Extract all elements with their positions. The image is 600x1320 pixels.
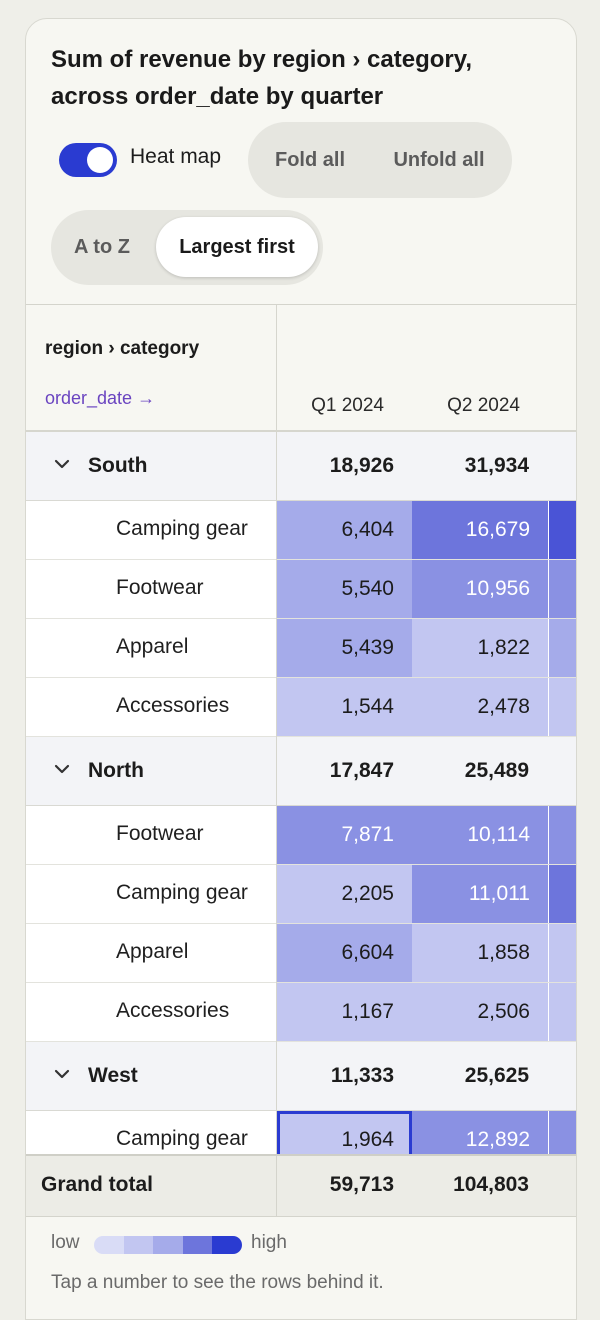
group-row[interactable]: West 11,333 25,625 [26, 1042, 576, 1111]
heat-cell[interactable]: 10,114 [412, 806, 548, 864]
row-label: Apparel [116, 940, 189, 963]
sort-az-button[interactable]: A to Z [57, 217, 147, 277]
heat-cell-partial[interactable] [549, 1111, 576, 1155]
fold-all-button[interactable]: Fold all [256, 130, 364, 190]
group-label: South [88, 454, 148, 477]
heat-cell[interactable]: 5,540 [277, 560, 412, 618]
row-label: Apparel [116, 635, 189, 658]
heat-cell[interactable]: 1,858 [412, 924, 548, 982]
group-row[interactable]: North 17,847 25,489 [26, 737, 576, 806]
table-row: Camping gear 2,205 11,011 [26, 865, 576, 924]
grand-total-row: Grand total 59,713 104,803 [26, 1154, 576, 1217]
row-label: Camping gear [116, 881, 248, 904]
heat-cell-partial[interactable] [549, 560, 576, 618]
heat-cell[interactable]: 12,892 [412, 1111, 548, 1155]
heat-cell-partial[interactable] [549, 865, 576, 923]
heat-cell[interactable]: 11,011 [412, 865, 548, 923]
table-row: Apparel 6,604 1,858 [26, 924, 576, 983]
legend-swatch [182, 1236, 213, 1254]
table-row: Camping gear 1,964 12,892 [26, 1111, 576, 1155]
grand-total-q2[interactable]: 104,803 [409, 1173, 529, 1197]
heat-cell-partial[interactable] [549, 501, 576, 559]
heat-cell[interactable]: 10,956 [412, 560, 548, 618]
group-total-q2[interactable]: 25,489 [409, 759, 529, 783]
pivot-table[interactable]: region › category order_date → Q1 2024 Q… [26, 304, 576, 1155]
group-total-q1[interactable]: 11,333 [274, 1064, 394, 1088]
heat-cell-partial[interactable] [549, 619, 576, 677]
legend-swatch [153, 1236, 183, 1254]
row-label: Footwear [116, 822, 204, 845]
unfold-all-button[interactable]: Unfold all [374, 130, 504, 190]
heatmap-label: Heat map [130, 145, 222, 168]
table-row: Camping gear 6,404 16,679 [26, 501, 576, 560]
heat-cell[interactable]: 2,506 [412, 983, 548, 1041]
legend-high-label: high [251, 1232, 287, 1253]
pivot-card: Sum of revenue by region › category, acr… [25, 18, 577, 1320]
heat-cell-partial[interactable] [549, 678, 576, 736]
heat-cell[interactable]: 6,604 [277, 924, 412, 982]
legend-swatch [94, 1236, 124, 1254]
toggle-knob [87, 147, 113, 173]
fold-control: Fold all Unfold all [248, 122, 512, 198]
group-total-q1[interactable]: 18,926 [274, 454, 394, 478]
table-row: Apparel 5,439 1,822 [26, 619, 576, 678]
sort-control: A to Z Largest first [51, 210, 323, 285]
legend-low-label: low [51, 1232, 80, 1253]
row-header-label: region › category [45, 338, 200, 359]
heat-cell[interactable]: 1,964 [277, 1111, 412, 1155]
column-header-q1[interactable]: Q1 2024 [264, 395, 384, 417]
column-divider [276, 305, 277, 1155]
group-row[interactable]: South 18,926 31,934 [26, 432, 576, 501]
heat-cell[interactable]: 1,544 [277, 678, 412, 736]
table-header: region › category order_date → Q1 2024 Q… [26, 305, 576, 432]
group-total-q2[interactable]: 25,625 [409, 1064, 529, 1088]
heat-cell[interactable]: 7,871 [277, 806, 412, 864]
row-label: Footwear [116, 576, 204, 599]
table-row: Footwear 7,871 10,114 [26, 806, 576, 865]
group-total-q2[interactable]: 31,934 [409, 454, 529, 478]
grand-total-label: Grand total [41, 1173, 154, 1196]
heat-cell[interactable]: 6,404 [277, 501, 412, 559]
chevron-down-icon[interactable] [52, 759, 72, 779]
hint-text: Tap a number to see the rows behind it. [51, 1272, 384, 1293]
group-total-q1[interactable]: 17,847 [274, 759, 394, 783]
sort-largest-button[interactable]: Largest first [156, 217, 318, 277]
row-label: Accessories [116, 999, 230, 1022]
legend-swatch [123, 1236, 154, 1254]
row-label: Accessories [116, 694, 230, 717]
heat-cell[interactable]: 2,478 [412, 678, 548, 736]
heat-cell[interactable]: 16,679 [412, 501, 548, 559]
heat-cell[interactable]: 1,167 [277, 983, 412, 1041]
group-label: West [88, 1064, 138, 1087]
column-axis-button[interactable]: order_date → [45, 388, 155, 409]
legend-swatch [212, 1236, 242, 1254]
chevron-down-icon[interactable] [52, 454, 72, 474]
grand-total-q1[interactable]: 59,713 [274, 1173, 394, 1197]
table-row: Footwear 5,540 10,956 [26, 560, 576, 619]
heat-cell[interactable]: 5,439 [277, 619, 412, 677]
table-row: Accessories 1,544 2,478 [26, 678, 576, 737]
heat-cell[interactable]: 2,205 [277, 865, 412, 923]
heat-cell-partial[interactable] [549, 983, 576, 1041]
heat-cell-partial[interactable] [549, 924, 576, 982]
legend-scale [94, 1236, 242, 1254]
heat-cell[interactable]: 1,822 [412, 619, 548, 677]
heatmap-toggle[interactable] [59, 143, 117, 177]
row-label: Camping gear [116, 1127, 248, 1150]
row-label: Camping gear [116, 517, 248, 540]
chevron-down-icon[interactable] [52, 1064, 72, 1084]
group-label: North [88, 759, 144, 782]
pivot-title: Sum of revenue by region › category, acr… [51, 46, 472, 110]
table-row: Accessories 1,167 2,506 [26, 983, 576, 1042]
column-header-q2[interactable]: Q2 2024 [400, 395, 520, 417]
heat-cell-partial[interactable] [549, 806, 576, 864]
